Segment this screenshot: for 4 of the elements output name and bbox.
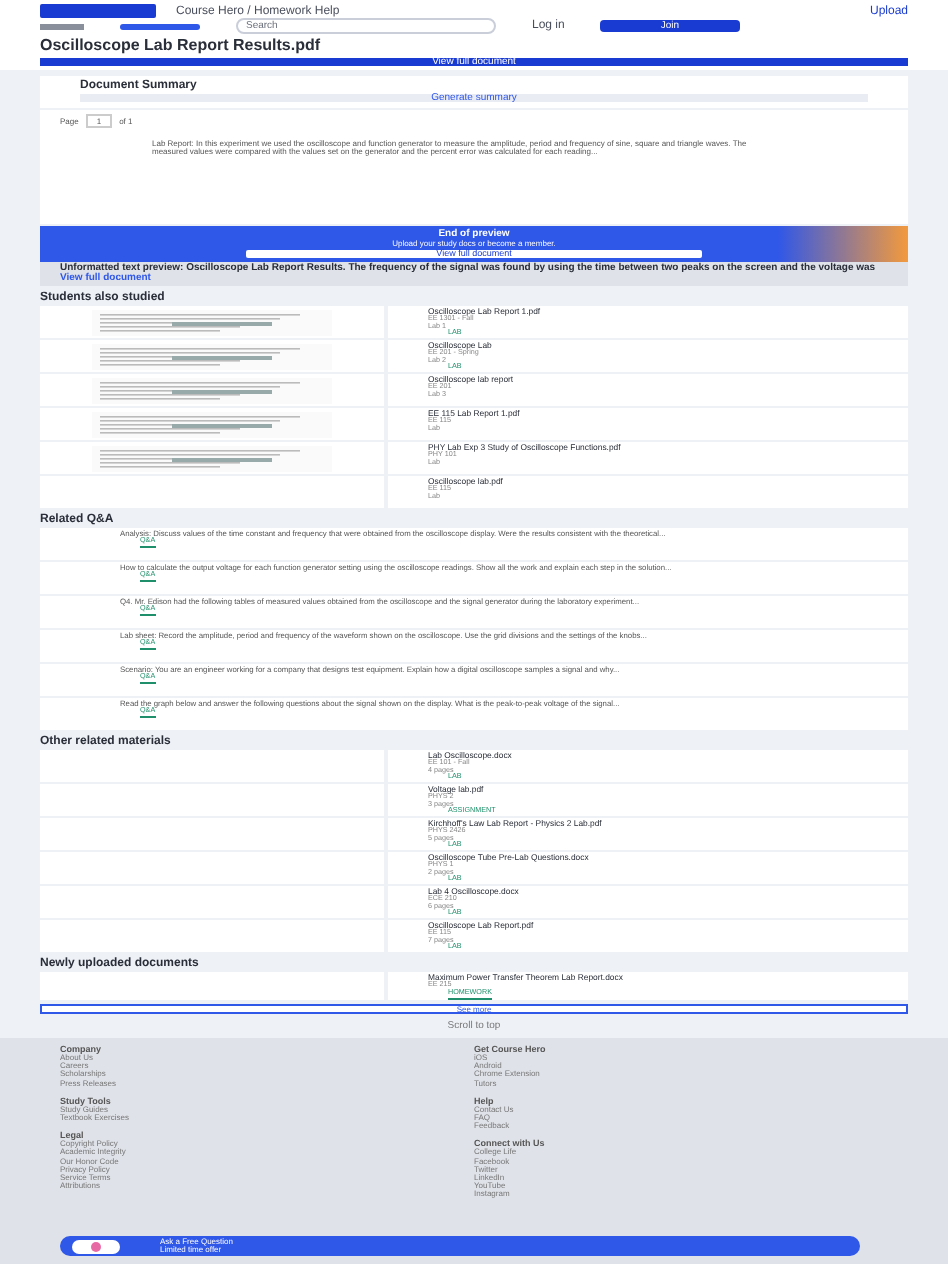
document-title: Oscilloscope Lab Report Results.pdf (40, 38, 323, 54)
nav-bar (120, 23, 200, 29)
menu-bar (40, 23, 84, 29)
logo[interactable] (40, 4, 156, 18)
